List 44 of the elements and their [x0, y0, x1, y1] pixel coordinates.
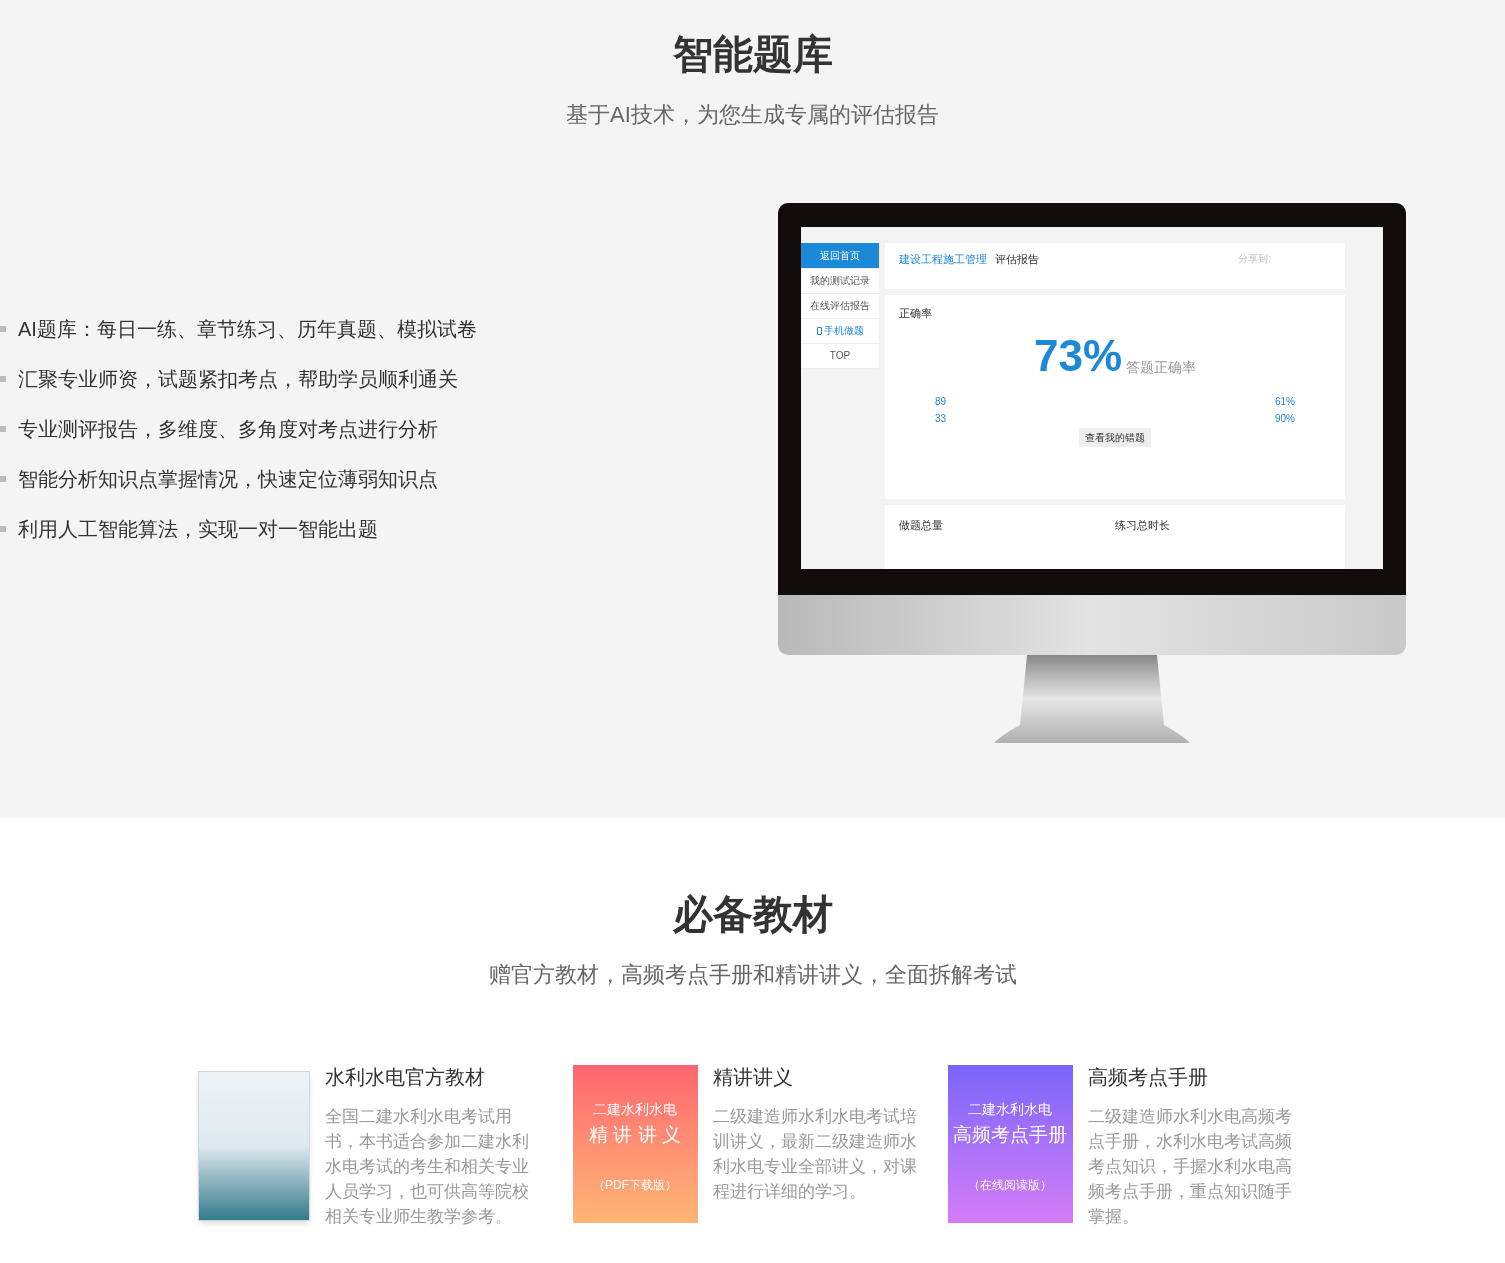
material-description: 全国二建水利水电考试用书，本书适合参加二建水利水电考试的考生和相关专业人员学习，也可供高等院校相关专业师生教学参考。: [324, 1106, 530, 1228]
bullet-icon: [0, 426, 6, 432]
section-subtitle: 赠官方教材，高频考点手册和精讲讲义，全面拆解考试: [488, 961, 1017, 989]
report-title: 评估报告: [995, 252, 1039, 267]
feature-text: 智能分析知识点掌握情况，快速定位薄弱知识点: [18, 467, 438, 492]
material-title: 高频考点手册: [1087, 1065, 1209, 1089]
sidebar-item[interactable]: 返回首页: [801, 243, 879, 269]
phone-icon: [816, 327, 822, 335]
accuracy-value: 73%: [1033, 333, 1123, 378]
cover-text: 二建水利水电: [968, 1099, 1052, 1119]
bullet-icon: [0, 376, 6, 382]
material-description: 二级建造师水利水电考试培训讲义，最新二级建造师水利水电专业全部讲义，对课程进行详细的学习。: [712, 1106, 918, 1203]
material-description: 二级建造师水利水电高频考点手册，水利水电考试高频考点知识，手握水利水电高频考点手册，重点知识随手掌握。: [1087, 1106, 1293, 1228]
section-subtitle: 基于AI技术，为您生成专属的评估报告: [566, 101, 939, 129]
accuracy-caption: 答题正确率: [1126, 357, 1197, 377]
bullet-icon: [0, 326, 6, 332]
section-title: 必备教材: [672, 891, 833, 938]
bullet-icon: [0, 526, 6, 532]
cover-text: （PDF下载版）: [593, 1176, 677, 1194]
stat-value: 90%: [1275, 411, 1295, 426]
course-title: 建设工程施工管理: [899, 252, 987, 267]
sidebar-item[interactable]: 手机做题: [801, 319, 879, 344]
stat-value: 61%: [1275, 394, 1295, 409]
feature-text: AI题库：每日一练、章节练习、历年真题、模拟试卷: [18, 317, 477, 342]
sidebar-item[interactable]: TOP: [801, 344, 879, 369]
panel-heading: 做题总量: [899, 518, 944, 533]
feature-text: 专业测评报告，多维度、多角度对考点进行分析: [18, 417, 438, 442]
cover-text: 高频考点手册: [953, 1122, 1067, 1147]
cover-text: 二建水利水电: [593, 1099, 677, 1119]
sidebar-item[interactable]: 我的测试记录: [801, 269, 879, 294]
sidebar-item[interactable]: 在线评估报告: [801, 294, 879, 319]
panel-heading: 正确率: [899, 306, 933, 321]
stat-value: 33: [935, 411, 947, 426]
panel-heading: 练习总时长: [1115, 518, 1171, 533]
material-title: 水利水电官方教材: [324, 1065, 486, 1089]
stat-value: 89: [935, 394, 947, 409]
cover-text: 精 讲 讲 义: [589, 1122, 681, 1147]
feature-text: 利用人工智能算法，实现一对一智能出题: [18, 517, 378, 542]
bullet-icon: [0, 476, 6, 482]
material-title: 精讲讲义: [712, 1065, 794, 1089]
wrong-answers-button[interactable]: 查看我的错题: [1079, 427, 1151, 447]
section-title: 智能题库: [672, 31, 833, 78]
cover-text: （在线阅读版）: [968, 1176, 1052, 1194]
feature-text: 汇聚专业师资，试题紧扣考点，帮助学员顺利通关: [18, 367, 458, 392]
